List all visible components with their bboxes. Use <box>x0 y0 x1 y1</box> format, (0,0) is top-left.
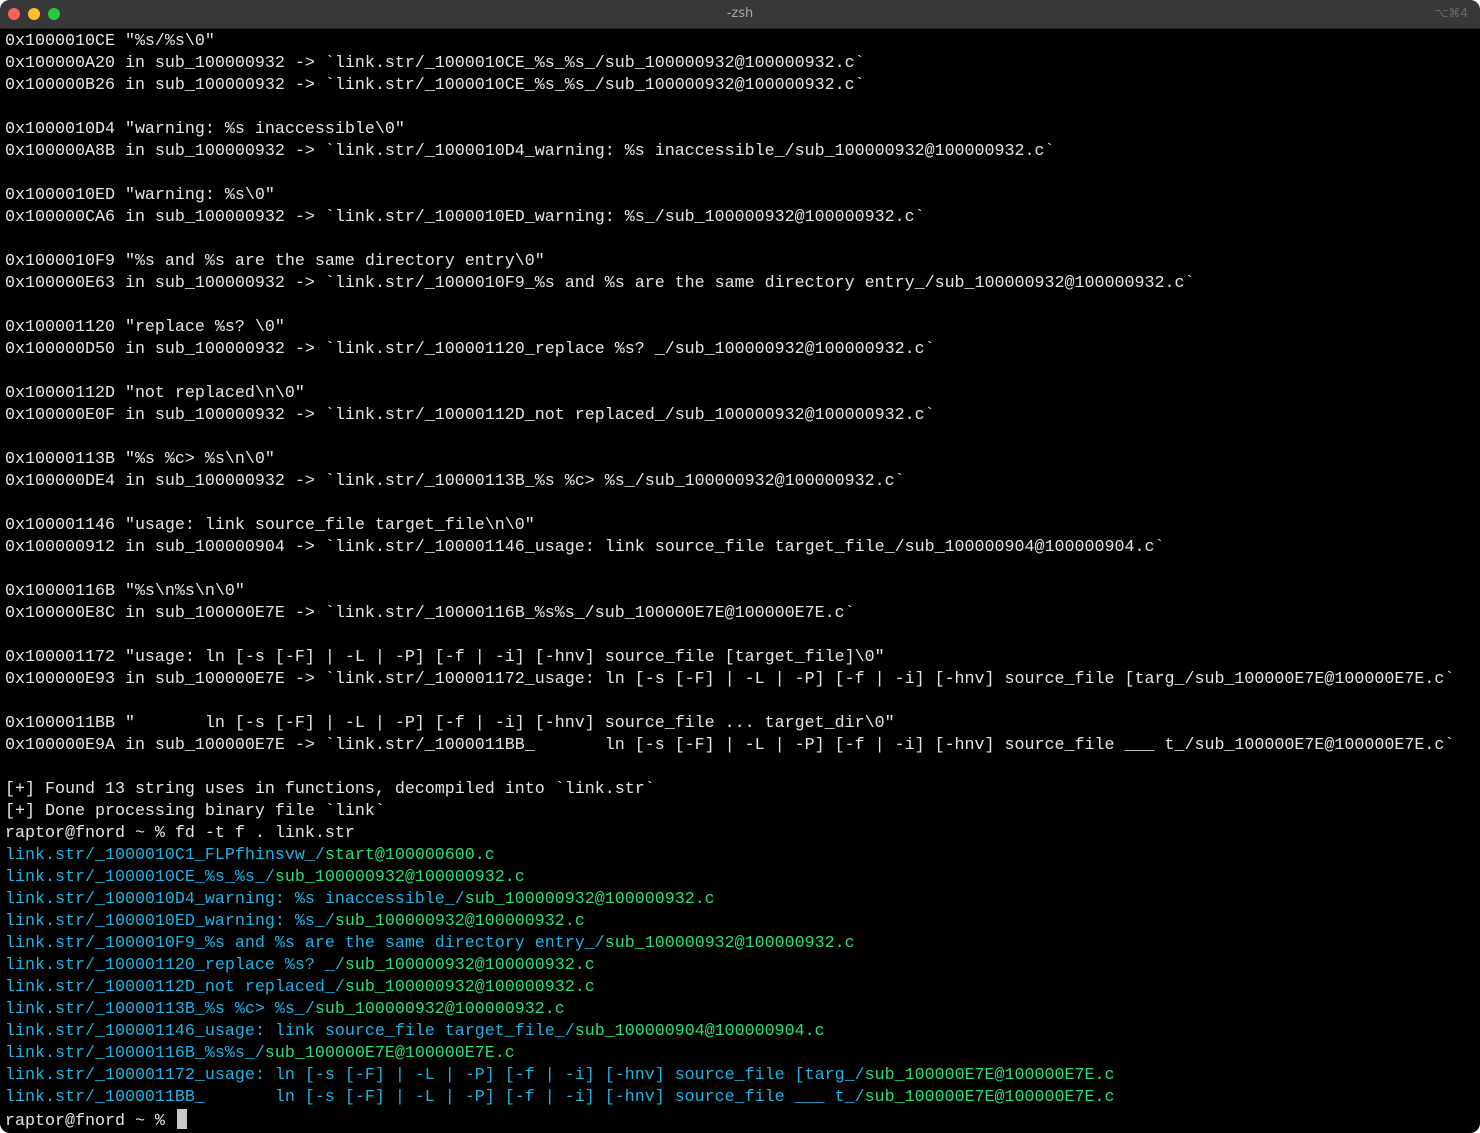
path-filename: sub_100000932@100000932.c <box>334 912 585 931</box>
terminal-line: 0x100001146 "usage: link source_file tar… <box>5 516 535 535</box>
terminal-line: 0x100000912 in sub_100000904 -> `link.st… <box>5 538 1165 557</box>
window-title: -zsh <box>726 6 754 21</box>
path-filename: start@100000600.c <box>324 846 495 865</box>
prompt-line[interactable]: raptor@fnord ~ % <box>5 1109 1480 1131</box>
path-filename: sub_100000932@100000932.c <box>274 868 525 887</box>
path-filename: sub_100000904@100000904.c <box>574 1022 825 1041</box>
terminal-line: 0x10000116B "%s\n%s\n\0" <box>5 582 245 601</box>
terminal-line: link.str/_1000010CE_%s_%s_/sub_100000932… <box>5 867 1480 889</box>
path-filename: sub_100000E7E@100000E7E.c <box>264 1044 515 1063</box>
path-directory: link.str/_1000010F9_%s and %s are the sa… <box>5 934 605 953</box>
text-cursor <box>176 1109 187 1129</box>
terminal-line: link.str/_100001120_replace %s? _/sub_10… <box>5 955 1480 977</box>
terminal-line: link.str/_1000010ED_warning: %s_/sub_100… <box>5 911 1480 933</box>
terminal-line: link.str/_10000112D_not replaced_/sub_10… <box>5 977 1480 999</box>
path-filename: sub_100000E7E@100000E7E.c <box>864 1066 1115 1085</box>
terminal-line: 0x100000E93 in sub_100000E7E -> `link.st… <box>5 670 1455 689</box>
terminal-line: [+] Found 13 string uses in functions, d… <box>5 780 655 799</box>
path-directory: link.str/_1000010ED_warning: %s_/ <box>5 912 335 931</box>
path-directory: link.str/_10000112D_not replaced_/ <box>5 978 345 997</box>
terminal-line: raptor@fnord ~ % fd -t f . link.str <box>5 824 355 843</box>
terminal-line: 0x100000E63 in sub_100000932 -> `link.st… <box>5 274 1195 293</box>
terminal-line: 0x100001172 "usage: ln [-s [-F] | -L | -… <box>5 648 885 667</box>
path-directory: link.str/_1000010CE_%s_%s_/ <box>5 868 275 887</box>
path-directory: link.str/_10000116B_%s%s_/ <box>5 1044 265 1063</box>
window-shortcut: ⌥⌘4 <box>1434 6 1468 20</box>
terminal-line: 0x100000CA6 in sub_100000932 -> `link.st… <box>5 208 925 227</box>
terminal-window: -zsh ⌥⌘4 0x1000010CE "%s/%s\0" 0x100000A2… <box>0 0 1480 1133</box>
terminal-line: 0x1000011BB " ln [-s [-F] | -L | -P] [-f… <box>5 714 895 733</box>
path-filename: sub_100000932@100000932.c <box>314 1000 565 1019</box>
title-bar: -zsh ⌥⌘4 <box>0 0 1480 29</box>
path-filename: sub_100000932@100000932.c <box>344 956 595 975</box>
terminal-line: 0x1000010CE "%s/%s\0" <box>5 32 215 51</box>
terminal-line: link.str/_1000010F9_%s and %s are the sa… <box>5 933 1480 955</box>
terminal-line: link.str/_1000010C1_FLPfhinsvw_/start@10… <box>5 845 1480 867</box>
shell-prompt: raptor@fnord ~ % <box>5 1112 175 1131</box>
terminal-line: link.str/_100001172_usage: ln [-s [-F] |… <box>5 1065 1480 1087</box>
terminal-line: link.str/_10000113B_%s %c> %s_/sub_10000… <box>5 999 1480 1021</box>
terminal-line: 0x10000113B "%s %c> %s\n\0" <box>5 450 275 469</box>
terminal-output[interactable]: 0x1000010CE "%s/%s\0" 0x100000A20 in sub_… <box>5 31 1480 1131</box>
path-directory: link.str/_1000010C1_FLPfhinsvw_/ <box>5 846 325 865</box>
terminal-line: [+] Done processing binary file `link` <box>5 802 385 821</box>
terminal-line: 0x100000E0F in sub_100000932 -> `link.st… <box>5 406 935 425</box>
terminal-line: 0x1000010F9 "%s and %s are the same dire… <box>5 252 545 271</box>
terminal-line: 0x100001120 "replace %s? \0" <box>5 318 285 337</box>
terminal-line: 0x100000A8B in sub_100000932 -> `link.st… <box>5 142 1055 161</box>
terminal-line: 0x100000E9A in sub_100000E7E -> `link.st… <box>5 736 1455 755</box>
path-filename: sub_100000932@100000932.c <box>604 934 855 953</box>
terminal-line: 0x1000010D4 "warning: %s inaccessible\0" <box>5 120 405 139</box>
path-filename: sub_100000E7E@100000E7E.c <box>864 1088 1115 1107</box>
terminal-line: 0x100000E8C in sub_100000E7E -> `link.st… <box>5 604 855 623</box>
path-directory: link.str/_1000010D4_warning: %s inaccess… <box>5 890 465 909</box>
terminal-line: 0x100000B26 in sub_100000932 -> `link.st… <box>5 76 865 95</box>
terminal-line: 0x1000010ED "warning: %s\0" <box>5 186 275 205</box>
terminal-line: 0x100000A20 in sub_100000932 -> `link.st… <box>5 54 865 73</box>
path-directory: link.str/_10000113B_%s %c> %s_/ <box>5 1000 315 1019</box>
terminal-line: 0x10000112D "not replaced\n\0" <box>5 384 305 403</box>
path-directory: link.str/_100001172_usage: ln [-s [-F] |… <box>5 1066 865 1085</box>
path-directory: link.str/_100001120_replace %s? _/ <box>5 956 345 975</box>
terminal-line: link.str/_1000010D4_warning: %s inaccess… <box>5 889 1480 911</box>
path-filename: sub_100000932@100000932.c <box>344 978 595 997</box>
terminal-line: link.str/_10000116B_%s%s_/sub_100000E7E@… <box>5 1043 1480 1065</box>
terminal-line: 0x100000D50 in sub_100000932 -> `link.st… <box>5 340 935 359</box>
path-directory: link.str/_1000011BB_ ln [-s [-F] | -L | … <box>5 1088 865 1107</box>
path-directory: link.str/_100001146_usage: link source_f… <box>5 1022 575 1041</box>
path-filename: sub_100000932@100000932.c <box>464 890 715 909</box>
terminal-line: link.str/_1000011BB_ ln [-s [-F] | -L | … <box>5 1087 1480 1109</box>
terminal-line: 0x100000DE4 in sub_100000932 -> `link.st… <box>5 472 905 491</box>
terminal-line: link.str/_100001146_usage: link source_f… <box>5 1021 1480 1043</box>
